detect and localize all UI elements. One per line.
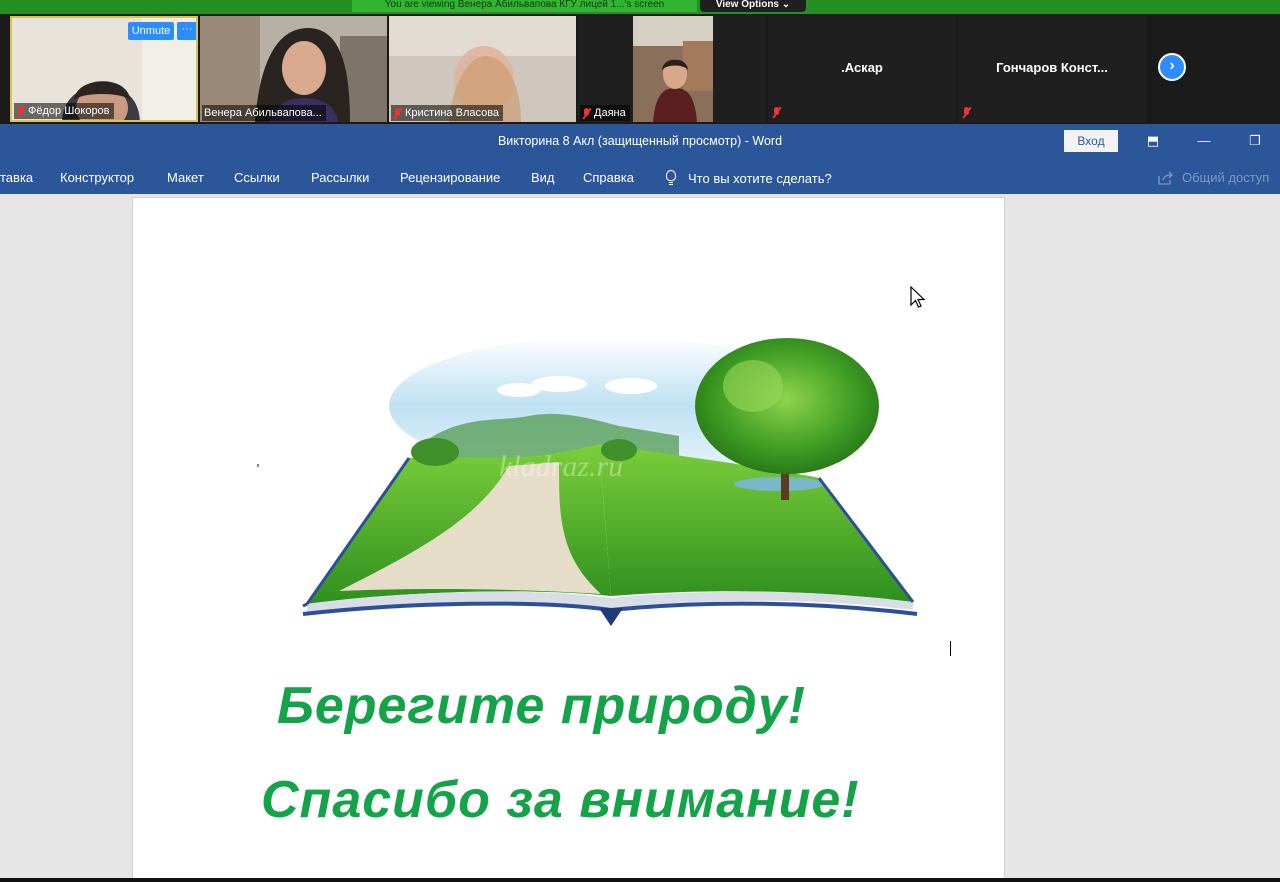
tab-view[interactable]: Вид [531, 170, 555, 185]
participant-strip: Unmute ··· Фёдор Шокоров Венера Абильвап… [0, 14, 1280, 124]
participant-name: Гончаров Конст... [996, 60, 1108, 75]
mic-muted-icon [393, 107, 402, 119]
participant-name: Фёдор Шокоров [14, 103, 114, 119]
screen: You are viewing Венера Абильвапова КГУ л… [0, 0, 1280, 882]
open-book-nature-image: kladraz.ru [259, 326, 951, 656]
slogan-line: Берегите природу! [277, 677, 807, 735]
tell-me-search[interactable]: Что вы хотите сделать? [664, 170, 832, 186]
participant-tile[interactable]: Даяна [578, 16, 766, 122]
minimize-icon[interactable]: — [1190, 130, 1218, 152]
bottom-edge [0, 878, 1280, 882]
participant-tile[interactable]: Гончаров Конст... [958, 16, 1146, 122]
more-options-button[interactable]: ··· [177, 22, 196, 40]
tab-layout[interactable]: Макет [167, 170, 204, 185]
thanks-line: Спасибо за внимание! [261, 771, 860, 829]
participant-tile[interactable]: .Аскар [768, 16, 956, 122]
participant-name: Кристина Власова [391, 105, 504, 121]
mic-muted-icon [962, 107, 971, 118]
participant-tile[interactable]: Кристина Власова [389, 16, 576, 122]
watermark-text: kladraz.ru [499, 450, 623, 483]
participant-video [633, 16, 713, 122]
participant-name: .Аскар [841, 60, 883, 75]
zoom-share-banner: You are viewing Венера Абильвапова КГУ л… [0, 0, 1280, 14]
tab-help[interactable]: Справка [583, 170, 634, 185]
ribbon-tabs: тавка Конструктор Макет Ссылки Рассылки … [0, 160, 1280, 194]
participant-tile[interactable]: Unmute ··· Фёдор Шокоров [10, 16, 198, 122]
word-title-bar: Викторина 8 Акл (защищенный просмотр) - … [0, 124, 1280, 160]
tab-insert[interactable]: тавка [0, 170, 33, 185]
lightbulb-icon [664, 170, 678, 186]
tell-me-label: Что вы хотите сделать? [688, 170, 832, 186]
tab-references[interactable]: Ссылки [234, 170, 280, 185]
mic-muted-icon [772, 107, 781, 118]
tab-design[interactable]: Конструктор [60, 170, 134, 185]
restore-icon[interactable]: ❐ [1241, 130, 1269, 152]
share-button[interactable]: Общий доступ [1158, 170, 1269, 185]
document-canvas[interactable]: kladraz.ru Берегите природу! Спасибо за … [0, 194, 1280, 878]
sign-in-button[interactable]: Вход [1064, 130, 1118, 152]
mic-muted-icon [16, 105, 25, 117]
share-status-text: You are viewing Венера Абильвапова КГУ л… [352, 0, 697, 12]
view-options-button[interactable]: View Options ⌄ [700, 0, 806, 12]
text-cursor [950, 641, 951, 656]
mic-muted-icon [582, 107, 591, 119]
share-icon [1158, 171, 1173, 185]
participant-name: Даяна [580, 105, 630, 121]
share-label: Общий доступ [1182, 170, 1270, 185]
mouse-pointer-icon [910, 286, 926, 308]
unmute-button[interactable]: Unmute [128, 22, 174, 40]
ribbon-display-options-icon[interactable]: ⬒ [1139, 130, 1167, 152]
tab-review[interactable]: Рецензирование [400, 170, 500, 185]
next-page-icon[interactable]: › [1158, 53, 1186, 81]
participant-tile[interactable]: Венера Абильвапова... [200, 16, 387, 122]
participant-name: Венера Абильвапова... [202, 105, 326, 121]
tab-mailings[interactable]: Рассылки [311, 170, 369, 185]
document-page[interactable]: kladraz.ru Берегите природу! Спасибо за … [132, 197, 1005, 878]
